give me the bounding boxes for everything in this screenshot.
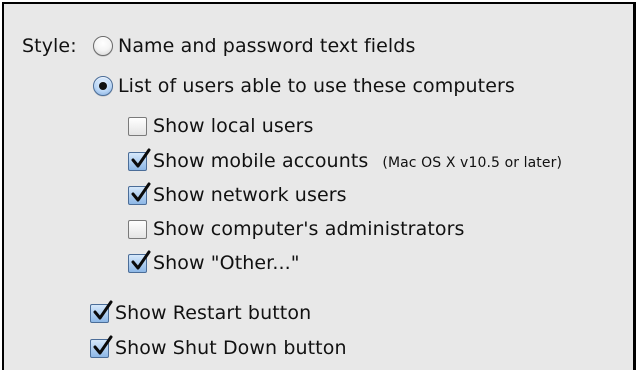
checkbox-label-network-users: Show network users bbox=[153, 184, 347, 206]
radio-label-name-password: Name and password text fields bbox=[118, 35, 416, 57]
checkbox-box-computer-administrators[interactable] bbox=[128, 220, 147, 239]
style-label: Style: bbox=[22, 35, 77, 57]
checkbox-box-mobile-accounts[interactable] bbox=[128, 148, 151, 171]
checkbox-box-restart-button[interactable] bbox=[90, 300, 113, 323]
checkbox-label-local-users: Show local users bbox=[153, 115, 314, 137]
checkbox-label-mobile-accounts: Show mobile accounts bbox=[153, 150, 369, 172]
checkmark-icon bbox=[93, 300, 113, 320]
radio-button-name-password[interactable] bbox=[93, 36, 113, 56]
checkbox-box-network-users[interactable] bbox=[128, 182, 151, 205]
radio-button-list-of-users[interactable] bbox=[93, 76, 113, 96]
checkbox-label-other: Show "Other..." bbox=[153, 252, 300, 274]
radio-label-list-of-users: List of users able to use these computer… bbox=[118, 75, 515, 97]
checkbox-label-computer-administrators: Show computer's administrators bbox=[153, 218, 465, 240]
checkbox-box-shut-down-button[interactable] bbox=[90, 335, 113, 358]
checkbox-box-other[interactable] bbox=[128, 250, 151, 273]
checkbox-box-local-users[interactable] bbox=[128, 117, 147, 136]
checkbox-label-shut-down-button: Show Shut Down button bbox=[115, 337, 347, 359]
checkmark-icon bbox=[131, 250, 151, 270]
checkbox-label-restart-button: Show Restart button bbox=[115, 302, 312, 324]
checkmark-icon bbox=[131, 148, 151, 168]
checkmark-icon bbox=[93, 335, 113, 355]
checkbox-note-mobile-accounts: (Mac OS X v10.5 or later) bbox=[382, 155, 563, 171]
login-window-settings-panel: Style: Name and password text fields Lis… bbox=[2, 2, 636, 370]
checkmark-icon bbox=[131, 182, 151, 202]
